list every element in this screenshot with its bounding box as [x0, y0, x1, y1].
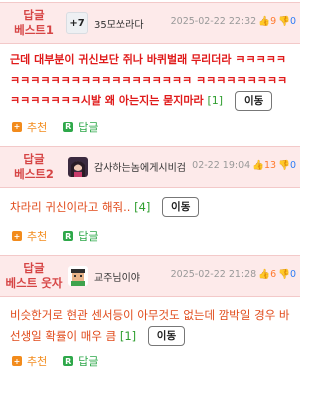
reply-text: 차라리 귀신이라고 해줘..	[10, 199, 131, 214]
reply-body: 근데 대부분이 귀신보단 쥐나 바퀴벌래 무리더라 ㅋㅋㅋㅋㅋㅋㅋㅋㅋㅋㅋㅋㅋㅋ…	[0, 44, 300, 114]
thumbs-down-icon[interactable]: 👎	[278, 16, 290, 27]
thumbs-down-icon[interactable]: 👎	[278, 160, 290, 171]
up-count: 6	[270, 269, 277, 280]
reply-meta: 02-22 19:04 👍 13 👎 0	[192, 160, 296, 171]
reply-count: [1]	[207, 94, 224, 107]
author-nickname[interactable]: 교주님이야	[94, 269, 140, 284]
reply-actions: + 추천 R 답글	[0, 223, 300, 249]
avatar[interactable]	[68, 266, 88, 286]
reply-body: 차라리 귀신이라고 해줘.. [4] 이동	[0, 188, 300, 224]
reply-count: [4]	[134, 199, 151, 214]
reply-actions: + 추천 R 답글	[0, 114, 300, 140]
reply-button[interactable]: R 답글	[63, 353, 99, 369]
down-count: 0	[289, 159, 296, 171]
best-replies-list: 답글 베스트1 +7 35모쏘라다 2025-02-22 22:32 👍 9 👎…	[0, 0, 300, 400]
reply-header: 답글 베스트2 감사하는놈에게시비검 02-22 19:04 👍 13 👎 0	[0, 145, 300, 188]
down-count: 0	[289, 16, 296, 27]
best-reply-card: 답글 베스트 웃자 교주님이야 2025-02-22 21:28 👍 6 👎 0…	[0, 255, 300, 374]
reply-header: 답글 베스트 웃자 교주님이야 2025-02-22 21:28 👍 6 👎 0	[0, 255, 300, 297]
thumbs-up-icon[interactable]: 👍	[258, 16, 270, 27]
avatar[interactable]	[68, 156, 88, 177]
reply-date: 02-22 19:04	[192, 159, 251, 171]
reply-meta: 2025-02-22 22:32 👍 9 👎 0	[171, 16, 296, 27]
reply-button[interactable]: R 답글	[63, 228, 99, 244]
reply-date: 2025-02-22 22:32	[170, 16, 257, 27]
best-reply-card: 답글 베스트1 +7 35모쏘라다 2025-02-22 22:32 👍 9 👎…	[0, 2, 300, 140]
reply-body: 비슷한거로 현관 센서등이 아무것도 없는데 깜박일 경우 바선생일 확률이 매…	[0, 297, 300, 348]
plus-square-icon: +	[12, 356, 22, 366]
up-count: 13	[264, 159, 277, 171]
reply-square-icon: R	[63, 231, 74, 241]
best-rank-label: 답글 베스트 웃자	[5, 261, 63, 290]
recommend-button[interactable]: + 추천	[12, 119, 47, 135]
reply-button[interactable]: R 답글	[63, 119, 99, 135]
reply-count: [1]	[119, 328, 137, 343]
best-reply-card: 답글 베스트2 감사하는놈에게시비검 02-22 19:04 👍 13 👎 0	[0, 145, 300, 249]
up-count: 9	[270, 16, 277, 27]
recommend-button[interactable]: + 추천	[12, 228, 47, 244]
move-button[interactable]: 이동	[147, 326, 186, 346]
best-rank-label: 답글 베스트2	[14, 151, 54, 181]
author-nickname[interactable]: 35모쏘라다	[94, 16, 144, 31]
reply-meta: 2025-02-22 21:28 👍 6 👎 0	[171, 269, 296, 280]
thumbs-down-icon[interactable]: 👎	[278, 269, 290, 280]
plus-square-icon: +	[12, 121, 22, 132]
reply-header: 답글 베스트1 +7 35모쏘라다 2025-02-22 22:32 👍 9 👎…	[0, 2, 300, 44]
author-nickname[interactable]: 감사하는놈에게시비검	[94, 159, 186, 174]
thumbs-up-icon[interactable]: 👍	[252, 160, 264, 171]
level-badge: +7	[66, 12, 88, 34]
reply-actions: + 추천 R 답글	[0, 348, 300, 374]
down-count: 0	[289, 269, 296, 280]
reply-square-icon: R	[63, 121, 74, 132]
move-button[interactable]: 이동	[162, 197, 200, 217]
recommend-button[interactable]: + 추천	[12, 353, 47, 369]
move-button[interactable]: 이동	[234, 91, 273, 111]
reply-date: 2025-02-22 21:28	[170, 269, 257, 280]
reply-square-icon: R	[63, 356, 74, 366]
thumbs-up-icon[interactable]: 👍	[258, 269, 270, 280]
plus-square-icon: +	[12, 231, 22, 241]
best-rank-label: 답글 베스트1	[14, 8, 54, 37]
